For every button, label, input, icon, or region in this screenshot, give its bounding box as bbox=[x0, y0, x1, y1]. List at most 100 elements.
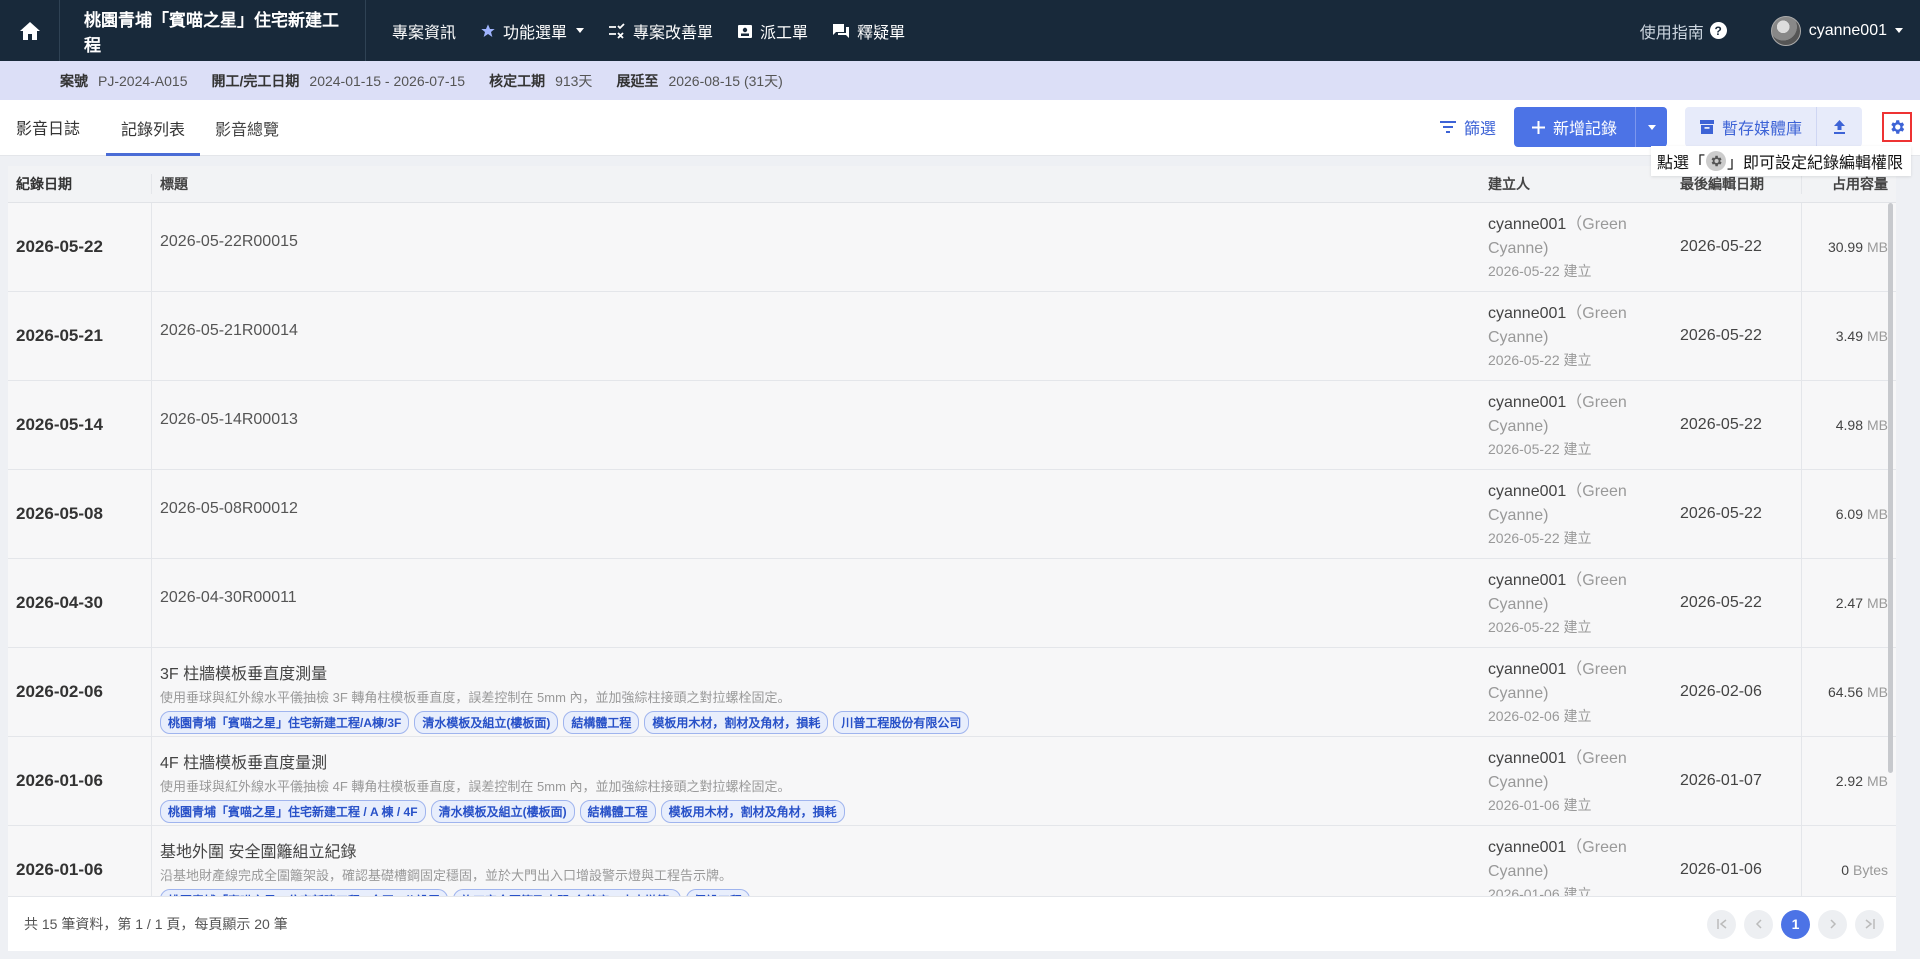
record-title-cell[interactable]: 3F 柱牆模板垂直度測量 使用垂球與紅外線水平儀抽檢 3F 轉角柱模板垂直度，誤… bbox=[152, 648, 1488, 736]
record-title: 2026-05-14R00013 bbox=[160, 411, 298, 428]
tag[interactable]: 結構體工程 bbox=[563, 711, 640, 734]
filter-button[interactable]: 篩選 bbox=[1439, 115, 1496, 139]
header-date[interactable]: 紀錄日期 bbox=[8, 174, 152, 194]
creator-cell: cyanne001（Green Cyanne) 2026-05-22 建立 bbox=[1488, 292, 1680, 380]
tag[interactable]: 假設工程 bbox=[686, 889, 751, 896]
tag[interactable]: 清水模板及組立(樓板面) bbox=[414, 711, 559, 734]
record-title-cell[interactable]: 2026-05-14R00013 bbox=[152, 381, 1488, 469]
record-date: 2026-02-06 bbox=[8, 648, 152, 736]
table-row[interactable]: 2026-05-08 2026-05-08R00012 cyanne001（Gr… bbox=[8, 470, 1896, 559]
tag[interactable]: 模板用木材，割材及角材，損耗 bbox=[644, 711, 829, 734]
creator-fullname-cont: Cyanne) bbox=[1488, 685, 1549, 702]
record-title-cell[interactable]: 2026-04-30R00011 bbox=[152, 559, 1488, 647]
record-description: 使用垂球與紅外線水平儀抽檢 4F 轉角柱模板垂直度，誤差控制在 5mm 內，並加… bbox=[160, 779, 791, 794]
table-row[interactable]: 2026-02-06 3F 柱牆模板垂直度測量 使用垂球與紅外線水平儀抽檢 3F… bbox=[8, 648, 1896, 737]
header-edit-date[interactable]: 最後編輯日期 bbox=[1680, 174, 1802, 194]
gear-icon bbox=[1891, 120, 1905, 134]
size-value: 2.47 bbox=[1835, 595, 1863, 611]
period-label: 開工/完工日期 bbox=[211, 72, 300, 89]
last-edit-date: 2026-02-06 bbox=[1680, 648, 1802, 736]
tab-media-overview[interactable]: 影音總覽 bbox=[200, 100, 294, 156]
record-date: 2026-05-08 bbox=[8, 470, 152, 558]
tag[interactable]: 施工安全圍籬及大門(含基座、止水墩等) bbox=[453, 889, 682, 896]
temp-media-library-button[interactable]: 暫存媒體庫 bbox=[1685, 107, 1816, 147]
tooltip-text-before: 點選「 bbox=[1657, 155, 1706, 172]
creator-name: cyanne001 bbox=[1488, 572, 1567, 589]
created-date: 2026-01-06 建立 bbox=[1488, 886, 1592, 896]
tab-record-list[interactable]: 記錄列表 bbox=[106, 100, 201, 156]
last-edit-date: 2026-05-22 bbox=[1680, 203, 1802, 291]
case-value: PJ-2024-A015 bbox=[98, 72, 188, 89]
record-title-cell[interactable]: 2026-05-22R00015 bbox=[152, 203, 1488, 291]
table-body: 2026-05-22 2026-05-22R00015 cyanne001（Gr… bbox=[8, 203, 1896, 896]
gear-icon bbox=[1706, 151, 1727, 171]
size-unit: MB bbox=[1867, 417, 1888, 433]
record-title-cell[interactable]: 2026-05-08R00012 bbox=[152, 470, 1488, 558]
record-date: 2026-05-14 bbox=[8, 381, 152, 469]
home-button[interactable] bbox=[0, 0, 60, 61]
add-record-button[interactable]: 新增記錄 bbox=[1514, 107, 1635, 147]
creator-fullname-cont: Cyanne) bbox=[1488, 418, 1549, 435]
prev-page-button[interactable] bbox=[1744, 909, 1773, 939]
nav-clarification[interactable]: 釋疑單 bbox=[820, 0, 917, 61]
created-date: 2026-01-06 建立 bbox=[1488, 797, 1592, 813]
tag[interactable]: 清水模板及組立(樓板面) bbox=[430, 800, 575, 823]
permission-settings-button[interactable] bbox=[1882, 112, 1912, 142]
avatar bbox=[1770, 15, 1801, 46]
first-page-button[interactable] bbox=[1707, 909, 1736, 939]
created-date: 2026-05-22 建立 bbox=[1488, 263, 1592, 279]
tag[interactable]: 川普工程股份有限公司 bbox=[833, 711, 970, 734]
nav-project-info[interactable]: 專案資訊 bbox=[380, 0, 468, 61]
created-date: 2026-05-22 建立 bbox=[1488, 441, 1592, 457]
nav-function-menu[interactable]: 功能選單 bbox=[468, 0, 596, 61]
nav-dispatch[interactable]: 派工單 bbox=[725, 0, 820, 61]
size-value: 6.09 bbox=[1835, 506, 1863, 522]
tag[interactable]: 模板用木材，割材及角材，損耗 bbox=[660, 800, 845, 823]
table-row[interactable]: 2026-05-14 2026-05-14R00013 cyanne001（Gr… bbox=[8, 381, 1896, 470]
add-record-dropdown[interactable] bbox=[1634, 107, 1667, 147]
size-unit: MB bbox=[1867, 239, 1888, 255]
header-size[interactable]: 占用容量 bbox=[1802, 174, 1896, 194]
creator-fullname: （Green bbox=[1566, 750, 1627, 767]
record-title-cell[interactable]: 4F 柱牆模板垂直度量測 使用垂球與紅外線水平儀抽檢 4F 轉角柱模板垂直度，誤… bbox=[152, 737, 1488, 825]
size-value: 3.49 bbox=[1835, 328, 1863, 344]
storage-size: 2.47 MB bbox=[1802, 559, 1896, 647]
filter-label: 篩選 bbox=[1463, 121, 1496, 138]
last-edit-date: 2026-05-22 bbox=[1680, 381, 1802, 469]
page-button-current[interactable]: 1 bbox=[1781, 909, 1810, 939]
tag[interactable]: 結構體工程 bbox=[579, 800, 656, 823]
user-guide-link[interactable]: 使用指南 ? bbox=[1640, 19, 1727, 43]
next-page-button[interactable] bbox=[1818, 909, 1847, 939]
permission-tooltip: 點選「 」即可設定紀錄編輯權限 bbox=[1651, 146, 1912, 176]
tag[interactable]: 桃園青埔「賓喵之星」住宅新建工程 / 全區 / 公設層 bbox=[160, 889, 449, 896]
nav-improvement[interactable]: 專案改善單 bbox=[596, 0, 725, 61]
table-row[interactable]: 2026-01-06 4F 柱牆模板垂直度量測 使用垂球與紅外線水平儀抽檢 4F… bbox=[8, 737, 1896, 826]
creator-cell: cyanne001（Green Cyanne) 2026-05-22 建立 bbox=[1488, 203, 1680, 291]
tag-list: 桃園青埔「賓喵之星」住宅新建工程 / 全區 / 公設層施工安全圍籬及大門(含基座… bbox=[160, 889, 1488, 896]
user-menu[interactable]: cyanne001 bbox=[1770, 15, 1903, 46]
table-row[interactable]: 2026-05-22 2026-05-22R00015 cyanne001（Gr… bbox=[8, 203, 1896, 292]
tag[interactable]: 桃園青埔「賓喵之星」住宅新建工程/A棟/3F bbox=[160, 711, 410, 734]
table-row[interactable]: 2026-04-30 2026-04-30R00011 cyanne001（Gr… bbox=[8, 559, 1896, 648]
size-value: 30.99 bbox=[1827, 239, 1863, 255]
record-title-cell[interactable]: 2026-05-21R00014 bbox=[152, 292, 1488, 380]
table-row[interactable]: 2026-01-06 基地外圍 安全圍籬組立紀錄 沿基地財產線完成全圍籬架設，確… bbox=[8, 826, 1896, 896]
record-title-cell[interactable]: 基地外圍 安全圍籬組立紀錄 沿基地財產線完成全圍籬架設，確認基礎槽鋼固定穩固，並… bbox=[152, 826, 1488, 896]
scrollbar[interactable] bbox=[1888, 203, 1893, 773]
tag[interactable]: 桃園青埔「賓喵之星」住宅新建工程 / A 棟 / 4F bbox=[160, 800, 426, 823]
creator-name: cyanne001 bbox=[1488, 750, 1567, 767]
last-page-button[interactable] bbox=[1855, 909, 1884, 939]
storage-size: 4.98 MB bbox=[1802, 381, 1896, 469]
storage-size: 0 Bytes bbox=[1802, 826, 1896, 896]
table-row[interactable]: 2026-05-21 2026-05-21R00014 cyanne001（Gr… bbox=[8, 292, 1896, 381]
size-value: 2.92 bbox=[1835, 773, 1863, 789]
upload-button[interactable] bbox=[1816, 107, 1862, 147]
top-nav: 桃園青埔「賓喵之星」住宅新建工程 專案資訊 功能選單 專案改善單 派工單 釋疑單… bbox=[0, 0, 1920, 61]
project-title[interactable]: 桃園青埔「賓喵之星」住宅新建工程 bbox=[60, 0, 366, 61]
creator-fullname: （Green bbox=[1566, 572, 1627, 589]
nav-item-label: 派工單 bbox=[760, 24, 809, 42]
last-edit-date: 2026-05-22 bbox=[1680, 470, 1802, 558]
days-label: 核定工期 bbox=[489, 72, 546, 89]
created-date: 2026-02-06 建立 bbox=[1488, 708, 1592, 724]
record-title: 基地外圍 安全圍籬組立紀錄 bbox=[160, 844, 357, 861]
